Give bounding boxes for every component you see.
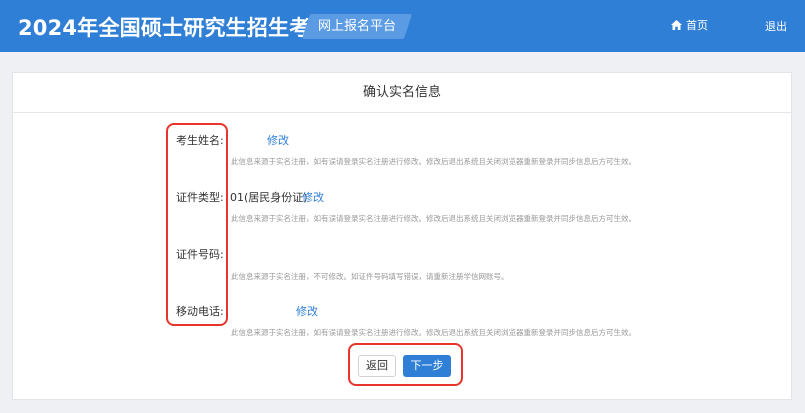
nav-logout-link[interactable]: 退出: [765, 18, 787, 34]
edit-id-type-link[interactable]: 修改: [302, 189, 324, 205]
labels-highlight-box: [166, 123, 228, 326]
back-button[interactable]: 返回: [358, 355, 396, 377]
top-header-bar: 2024年全国硕士研究生招生考试 网上报名平台 首页 退出: [0, 0, 805, 52]
nav-home-link[interactable]: 首页: [671, 17, 708, 33]
field-hint-name: 此信息来源于实名注册，如有误请登录实名注册进行修改。修改后退出系统且关闭浏览器重…: [231, 157, 636, 166]
next-step-button[interactable]: 下一步: [403, 355, 451, 377]
card-title: 确认实名信息: [13, 73, 791, 113]
edit-name-link[interactable]: 修改: [267, 132, 289, 148]
field-hint-id-number: 此信息来源于实名注册，不可修改。如证件号码填写错误，请重新注册学信网账号。: [231, 272, 509, 281]
home-icon: [671, 20, 682, 30]
platform-badge: 网上报名平台: [301, 14, 413, 39]
platform-badge-label: 网上报名平台: [317, 19, 396, 34]
field-hint-mobile: 此信息来源于实名注册，如有误请登录实名注册进行修改。修改后退出系统且关闭浏览器重…: [231, 328, 636, 337]
site-title: 2024年全国硕士研究生招生考试: [18, 16, 332, 40]
field-hint-id-type: 此信息来源于实名注册，如有误请登录实名注册进行修改。修改后退出系统且关闭浏览器重…: [231, 214, 636, 223]
edit-mobile-link[interactable]: 修改: [296, 303, 318, 319]
field-value-id-type: 01(居民身份证): [230, 191, 308, 204]
nav-home-label: 首页: [686, 19, 708, 32]
